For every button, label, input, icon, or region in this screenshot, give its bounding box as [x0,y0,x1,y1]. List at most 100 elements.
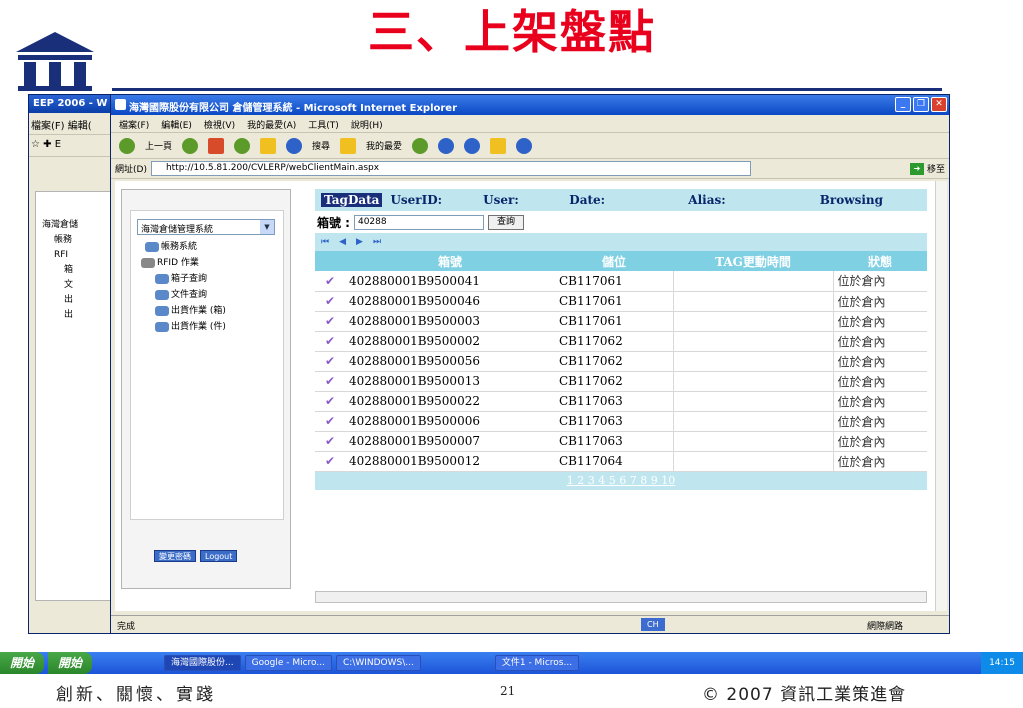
tree-item-label: 出貨作業 (箱) [171,306,226,316]
table-row[interactable]: ✔ 402880001B9500022 CB117063 位於倉內 [315,391,927,412]
table-row[interactable]: ✔ 402880001B9500013 CB117062 位於倉內 [315,371,927,392]
select-row-icon[interactable]: ✔ [315,451,345,472]
table-row[interactable]: ✔ 402880001B9500007 CB117063 位於倉內 [315,431,927,452]
query-button[interactable]: 查詢 [487,214,524,230]
home-icon[interactable] [260,137,277,154]
status-bar: 完成 CH 網際網路 [111,615,949,633]
tree-item-box-query[interactable]: 箱子查詢 [141,271,226,287]
quick-launch[interactable] [96,655,160,671]
system-select[interactable]: 海灣倉儲管理系統 ▼ [137,219,275,235]
page-numbers[interactable]: 1 2 3 4 5 6 7 8 9 10 [315,471,927,490]
messenger-icon[interactable] [516,137,533,154]
address-input[interactable]: http://10.5.81.200/CVLERP/webClientMain.… [150,161,751,176]
select-row-icon[interactable]: ✔ [315,391,345,412]
minimize-button[interactable]: _ [895,97,911,112]
vertical-scrollbar[interactable] [935,181,947,611]
column-box-number[interactable]: 箱號 [345,251,555,271]
nav-tree-panel: 海灣倉儲管理系統 ▼ 帳務系統 RFID 作業 箱子查詢 文件查詢 出貨作業 (… [130,210,284,520]
refresh-icon[interactable] [234,137,251,154]
select-row-icon[interactable]: ✔ [315,271,345,292]
menu-view[interactable]: 檢視(V) [204,118,235,131]
chevron-down-icon[interactable]: ▼ [260,220,274,234]
select-row-icon[interactable]: ✔ [315,311,345,332]
box-table: 箱號 儲位 TAG更動時間 狀態 ✔ 402880001B9500041 CB117… [315,251,927,472]
box-number-input[interactable]: 40288 [353,214,484,230]
stop-icon[interactable] [208,137,225,154]
tree-item-accounting[interactable]: 帳務系統 [141,239,226,255]
table-row[interactable]: ✔ 402880001B9500002 CB117062 位於倉內 [315,331,927,352]
tree-item-doc-query[interactable]: 文件查詢 [141,287,226,303]
task-windows-folder[interactable]: C:\WINDOWS\... [335,655,421,671]
folder-icon[interactable] [490,137,507,154]
cell-status: 位於倉內 [833,431,927,452]
ie-icon [115,99,126,110]
menu-file[interactable]: 檔案(F) [119,118,149,131]
date-label: Date: [569,193,606,207]
browser-window[interactable]: 海灣國際股份有限公司 倉儲管理系統 - Microsoft Internet E… [110,94,950,634]
mail-icon[interactable] [438,137,455,154]
select-row-icon[interactable]: ✔ [315,331,345,352]
prev-page-icon[interactable]: ◀ [339,237,346,247]
mode-label: Browsing [819,193,883,207]
task-google[interactable]: Google - Micro... [244,655,332,671]
cell-tag-time [672,271,834,292]
cell-status: 位於倉內 [833,351,927,372]
tree-item-rfid[interactable]: RFID 作業 [141,255,226,271]
go-arrow-icon: ➜ [909,162,924,175]
ime-indicator[interactable]: CH [641,618,665,631]
table-row[interactable]: ✔ 402880001B9500003 CB117061 位於倉內 [315,311,927,332]
column-status[interactable]: 狀態 [833,251,927,271]
select-row-icon[interactable]: ✔ [315,351,345,372]
cell-status: 位於倉內 [833,391,927,412]
select-row-icon[interactable]: ✔ [315,371,345,392]
next-page-icon[interactable]: ▶ [356,237,363,247]
table-row[interactable]: ✔ 402880001B9500056 CB117062 位於倉內 [315,351,927,372]
horizontal-scrollbar[interactable] [315,591,927,603]
maximize-button[interactable]: ❐ [913,97,929,112]
table-row[interactable]: ✔ 402880001B9500046 CB117061 位於倉內 [315,291,927,312]
menu-edit[interactable]: 編輯(E) [161,118,192,131]
table-row[interactable]: ✔ 402880001B9500006 CB117063 位於倉內 [315,411,927,432]
slide-title: 三、上架盤點 [368,5,656,59]
search-icon[interactable] [286,137,303,154]
favorites-button-label[interactable]: 我的最愛 [366,139,402,152]
change-password-button[interactable]: 變更密碼 [154,550,196,562]
cell-location: CB117062 [555,351,673,372]
cell-location: CB117062 [555,371,673,392]
tree-item-ship-piece[interactable]: 出貨作業 (件) [141,319,226,335]
alias-value: RFIDServer [733,193,812,207]
select-row-icon[interactable]: ✔ [315,431,345,452]
back-arrow-icon[interactable] [119,137,135,154]
close-button[interactable]: ✕ [931,97,947,112]
task-word-doc[interactable]: 文件1 - Micros... [494,655,580,671]
window-titlebar[interactable]: 海灣國際股份有限公司 倉儲管理系統 - Microsoft Internet E… [111,95,949,115]
column-tag-time[interactable]: TAG更動時間 [673,251,833,271]
last-page-icon[interactable]: ⏭ [373,237,381,247]
browser-toolbar: 上一頁 搜尋 我的最愛 [111,133,949,159]
select-row-icon[interactable]: ✔ [315,291,345,312]
left-nav-pane: 海灣倉儲管理系統 ▼ 帳務系統 RFID 作業 箱子查詢 文件查詢 出貨作業 (… [121,189,291,589]
go-button[interactable]: ➜ 移至 [909,162,945,175]
menu-tools[interactable]: 工具(T) [308,118,339,131]
table-row[interactable]: ✔ 402880001B9500012 CB117064 位於倉內 [315,451,927,472]
logout-button[interactable]: Logout [200,550,238,562]
select-row-icon[interactable]: ✔ [315,411,345,432]
start-button-secondary[interactable]: 開始 [48,652,93,674]
print-icon[interactable] [464,137,481,154]
menu-favorites[interactable]: 我的最愛(A) [247,118,296,131]
status-text: 完成 [117,622,136,632]
box-number-label: 箱號 : [317,215,350,230]
first-page-icon[interactable]: ⏮ [321,237,329,247]
history-icon[interactable] [412,137,429,154]
search-button-label[interactable]: 搜尋 [312,139,330,152]
favorites-star-icon[interactable] [340,137,357,154]
footer-slogan: 創新、關懷、實踐 [56,685,216,705]
column-location[interactable]: 儲位 [555,251,673,271]
start-button[interactable]: 開始 [0,652,45,674]
back-button-label[interactable]: 上一頁 [145,139,172,152]
task-ie-warehouse[interactable]: 海灣國際股份... [164,655,241,671]
menu-help[interactable]: 說明(H) [351,118,383,131]
forward-arrow-icon[interactable] [182,137,199,154]
table-row[interactable]: ✔ 402880001B9500041 CB117061 位於倉內 [315,271,927,292]
tree-item-ship-box[interactable]: 出貨作業 (箱) [141,303,226,319]
